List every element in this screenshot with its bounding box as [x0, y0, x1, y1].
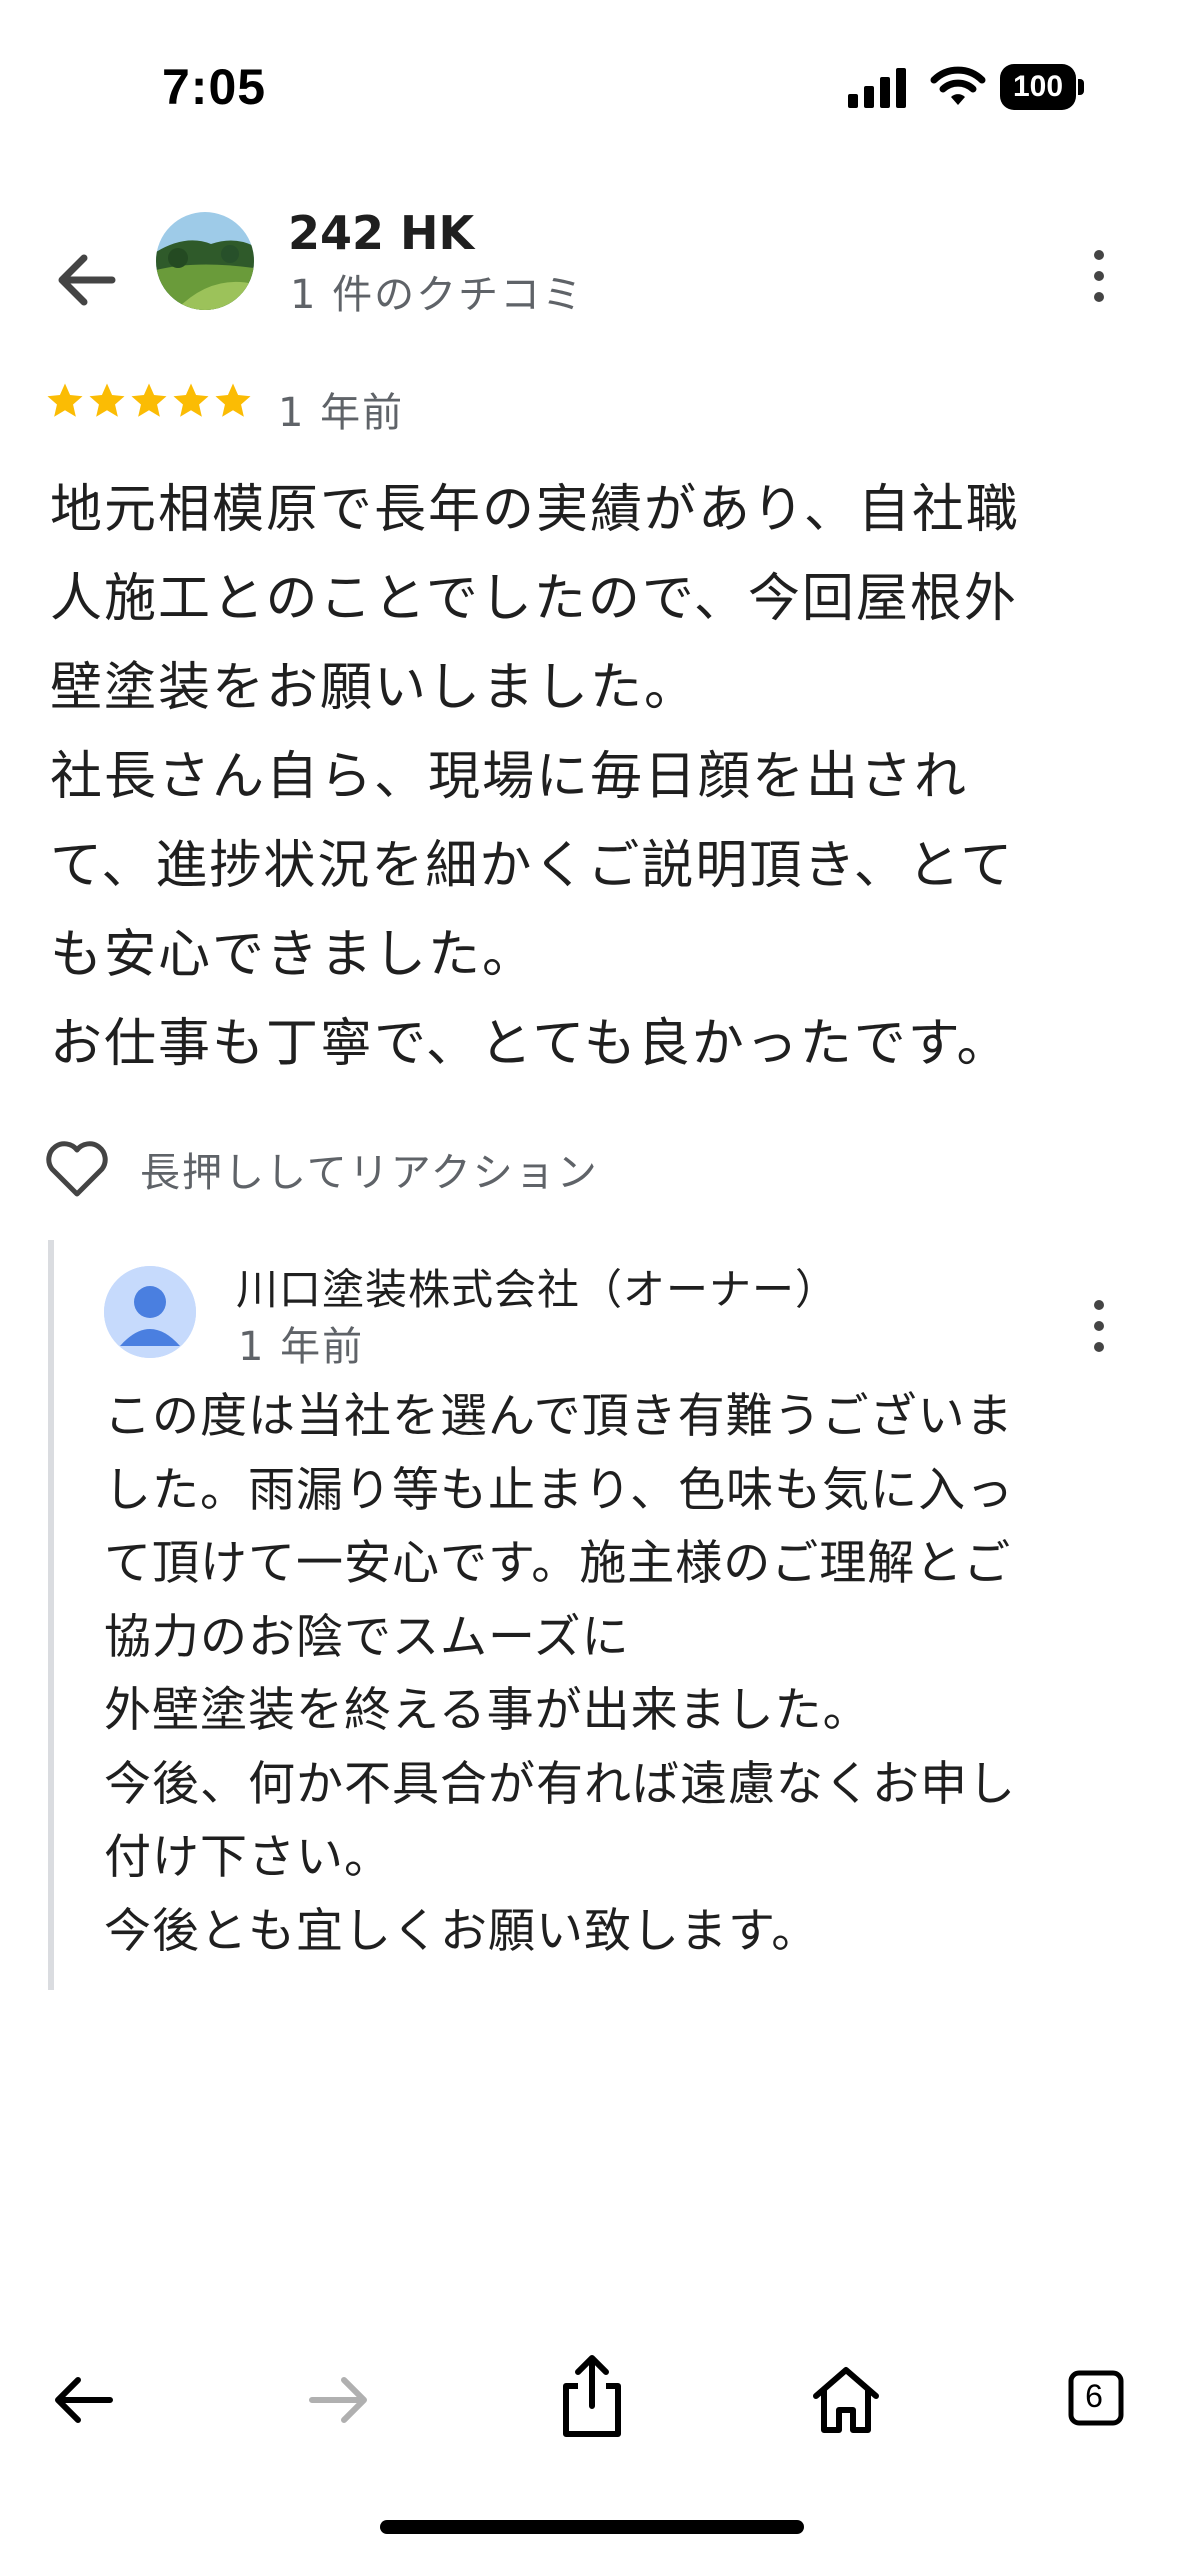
- reply-divider: [48, 1240, 54, 1990]
- reviewer-avatar[interactable]: [156, 212, 254, 310]
- star-icon: [131, 383, 167, 417]
- star-icon: [215, 383, 251, 417]
- tabs-icon[interactable]: 6: [1068, 2370, 1124, 2426]
- more-vert-icon[interactable]: [1074, 246, 1122, 306]
- reviewer-name[interactable]: 242 HK: [288, 206, 474, 260]
- tabs-count: 6: [1085, 2378, 1103, 2414]
- share-icon[interactable]: [552, 2350, 632, 2440]
- star-icon: [173, 383, 209, 417]
- battery-percent: 100: [1012, 70, 1064, 103]
- heart-outline-icon: [46, 1141, 108, 1197]
- reaction-label: 長押ししてリアクション: [140, 1150, 599, 1196]
- signal-icon: [848, 68, 906, 108]
- forward-icon[interactable]: [298, 2360, 378, 2440]
- star-rating: [44, 380, 254, 428]
- owner-reply-date: 1 年前: [238, 1324, 365, 1370]
- wifi-icon: [930, 66, 986, 105]
- review-date: 1 年前: [278, 390, 405, 436]
- owner-more-vert-icon[interactable]: [1074, 1296, 1122, 1356]
- status-time: 7:05: [162, 59, 267, 115]
- star-icon: [89, 383, 125, 417]
- back-icon[interactable]: [44, 2360, 124, 2440]
- battery-icon: 100: [1000, 64, 1086, 110]
- home-icon[interactable]: [806, 2360, 886, 2440]
- back-arrow-icon[interactable]: [50, 244, 122, 316]
- star-icon: [47, 383, 83, 417]
- review-text: 地元相模原で長年の実績があり、自社職 人施工とのことでしたので、今回屋根外 壁塗…: [50, 480, 1020, 1074]
- owner-reply-text: この度は当社を選んで頂き有難うございま した。雨漏り等も止まり、色味も気に入っ …: [104, 1389, 1016, 1959]
- review-count: 1 件のクチコミ: [290, 272, 585, 318]
- home-indicator: [380, 2520, 804, 2534]
- owner-avatar: [104, 1266, 196, 1358]
- owner-name: 川口塗装株式会社（オーナー）: [236, 1265, 839, 1314]
